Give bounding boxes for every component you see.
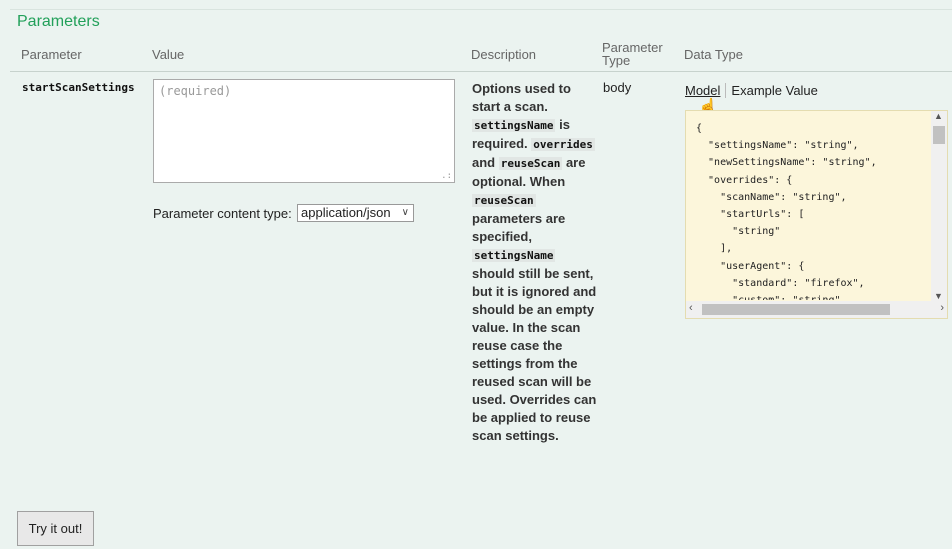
horizontal-scroll-thumb[interactable] [702,304,890,315]
content-type-selected: application/json [301,205,391,220]
header-parameter: Parameter [21,47,82,62]
resize-grip-icon[interactable]: .: [441,172,452,181]
parameter-type: body [603,80,632,95]
model-schema-box[interactable]: { "settingsName": "string", "newSettings… [685,110,948,319]
model-json: { "settingsName": "string", "newSettings… [696,123,877,300]
chevron-down-icon: ∨ [401,207,409,218]
parameter-description: Options used to start a scan. settingsNa… [472,81,597,443]
scroll-down-icon[interactable]: ▼ [934,291,943,301]
parameters-panel: Parameters Parameter Value Description P… [10,9,952,549]
scroll-left-icon[interactable]: ‹ [689,302,693,314]
scroll-right-icon[interactable]: › [940,302,944,314]
data-type-tabs: Model Example Value [685,83,818,98]
parameter-value-textarea[interactable]: (required) .: [153,79,455,183]
header-description: Description [471,47,537,62]
content-type-label: Parameter content type: [153,206,292,221]
vertical-scrollbar[interactable]: ▲ ▼ [931,111,947,301]
vertical-scroll-thumb[interactable] [933,126,945,144]
content-type-select[interactable]: application/json ∨ [297,204,414,222]
tab-example-value[interactable]: Example Value [726,83,817,98]
textarea-placeholder: (required) [159,84,232,98]
header-value: Value [152,47,185,62]
tab-model[interactable]: Model [685,83,727,98]
parameter-name: startScanSettings [22,81,135,94]
try-it-out-button[interactable]: Try it out! [17,511,94,546]
header-parameter-type: Parameter Type [602,41,663,67]
header-parameter-type-line2: Type [602,53,631,68]
header-divider [10,71,952,72]
header-data-type: Data Type [684,47,744,62]
horizontal-scrollbar[interactable]: ‹ › [686,301,947,318]
section-title: Parameters [17,13,100,30]
scroll-up-icon[interactable]: ▲ [934,111,943,121]
